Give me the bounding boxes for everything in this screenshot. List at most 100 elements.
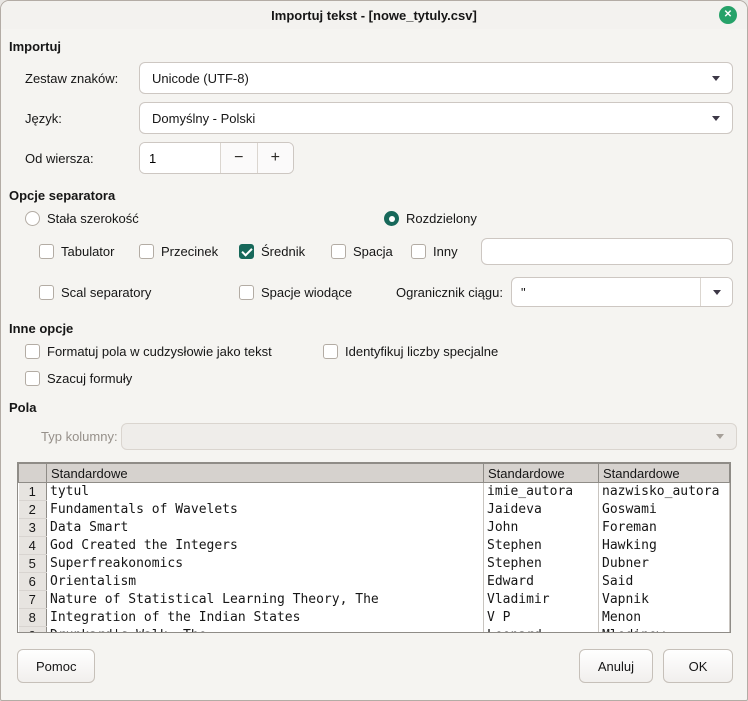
checkbox-quoted-as-text[interactable]: Formatuj pola w cudzysłowie jako tekst	[25, 344, 323, 359]
row-number: 8	[18, 608, 47, 627]
row-number: 3	[18, 518, 47, 537]
cell: John	[483, 518, 599, 537]
help-button[interactable]: Pomoc	[17, 649, 96, 683]
checkbox-label: Formatuj pola w cudzysłowie jako tekst	[47, 344, 272, 359]
cell: Edward	[483, 572, 599, 591]
checkbox-indicator	[139, 244, 154, 259]
separator-mode-row: Stała szerokość Rozdzielony	[25, 211, 733, 226]
checkbox-merge-delimiters[interactable]: Scal separatory	[39, 284, 239, 300]
section-heading-separator: Opcje separatora	[9, 188, 116, 203]
cell: nazwisko_autora	[598, 482, 730, 501]
charset-dropdown[interactable]: Unicode (UTF-8)	[139, 62, 733, 94]
checkbox-indicator	[323, 344, 338, 359]
table-row: 2 Fundamentals of Wavelets Jaideva Goswa…	[18, 500, 730, 519]
checkbox-tab[interactable]: Tabulator	[39, 244, 139, 259]
other-options-row1: Formatuj pola w cudzysłowie jako tekst I…	[25, 344, 733, 359]
ok-button[interactable]: OK	[663, 649, 733, 683]
checkbox-evaluate-formulas[interactable]: Szacuj formuły	[25, 371, 132, 386]
from-row-input[interactable]	[140, 143, 220, 173]
checkbox-other[interactable]: Inny	[411, 244, 481, 259]
checkbox-space[interactable]: Spacja	[331, 244, 411, 259]
corner-header-cell	[18, 463, 47, 483]
cell: Superfreakonomics	[46, 554, 484, 573]
table-row: 4 God Created the Integers Stephen Hawki…	[18, 536, 730, 555]
checkbox-label: Inny	[433, 244, 458, 259]
other-options-row2: Szacuj formuły	[25, 371, 733, 386]
cell: imie_autora	[483, 482, 599, 501]
checkbox-indicator	[411, 244, 426, 259]
checkbox-indicator	[25, 344, 40, 359]
cell: tytul	[46, 482, 484, 501]
checkbox-comma[interactable]: Przecinek	[139, 244, 239, 259]
close-icon: ✕	[723, 9, 733, 20]
table-row: 9 Drunkard's Walk, The Leonard Mlodinow	[18, 626, 730, 632]
from-row-label: Od wiersza:	[25, 150, 94, 166]
language-dropdown[interactable]: Domyślny - Polski	[139, 102, 733, 134]
checkbox-indicator	[239, 284, 254, 300]
string-delimiter-value[interactable]: "	[512, 278, 700, 306]
string-delimiter-label: Ogranicznik ciągu:	[396, 284, 503, 300]
language-label: Język:	[25, 110, 62, 126]
dialog-content: Importuj Zestaw znaków: Unicode (UTF-8) …	[1, 39, 747, 683]
cell: Integration of the Indian States	[46, 608, 484, 627]
dialog-buttons: Pomoc Anuluj OK	[17, 649, 733, 683]
column-type-label: Typ kolumny:	[41, 429, 118, 444]
table-row: 8 Integration of the Indian States V P M…	[18, 608, 730, 627]
plus-icon: +	[270, 149, 280, 166]
section-heading-import: Importuj	[9, 39, 61, 54]
checkbox-label: Szacuj formuły	[47, 371, 133, 386]
column-header[interactable]: Standardowe	[598, 463, 730, 483]
checkbox-label: Przecinek	[161, 244, 219, 259]
cell: Stephen	[483, 554, 599, 573]
cell: Vapnik	[598, 590, 730, 609]
checkbox-trim-spaces[interactable]: Spacje wiodące	[239, 284, 396, 300]
table-row: 1 tytul imie_autora nazwisko_autora	[18, 482, 730, 501]
string-delimiter-combobox[interactable]: "	[510, 277, 733, 307]
cancel-button[interactable]: Anuluj	[578, 649, 653, 683]
row-number: 1	[18, 482, 47, 501]
checkbox-indicator	[25, 371, 40, 386]
other-separator-input[interactable]	[481, 238, 733, 265]
checkbox-label: Spacja	[353, 244, 393, 259]
cell: Data Smart	[46, 518, 484, 537]
chevron-down-icon	[716, 434, 724, 439]
chevron-down-icon	[712, 75, 720, 81]
row-number: 6	[18, 572, 47, 591]
chevron-down-icon	[712, 115, 720, 121]
cell: God Created the Integers	[46, 536, 484, 555]
checkbox-indicator	[39, 284, 54, 300]
titlebar[interactable]: Importuj tekst - [nowe_tytuly.csv] ✕	[1, 1, 747, 29]
csv-preview-table[interactable]: Standardowe Standardowe Standardowe 1 ty…	[17, 462, 731, 633]
column-header[interactable]: Standardowe	[46, 463, 484, 483]
checkbox-semicolon[interactable]: Średnik	[239, 244, 331, 259]
from-row-row: Od wiersza: − +	[25, 142, 733, 174]
table-row: 3 Data Smart John Foreman	[18, 518, 730, 537]
row-number: 2	[18, 500, 47, 519]
combo-dropdown-button[interactable]	[700, 278, 732, 306]
row-number: 5	[18, 554, 47, 573]
cell: Dubner	[598, 554, 730, 573]
row-number: 9	[18, 626, 47, 632]
cell: Leonard	[483, 626, 599, 632]
cell: Vladimir	[483, 590, 599, 609]
increment-button[interactable]: +	[256, 143, 293, 173]
table-row: 6 Orientalism Edward Said	[18, 572, 730, 591]
cell: Orientalism	[46, 572, 484, 591]
cell: Drunkard's Walk, The	[46, 626, 484, 632]
radio-separated[interactable]: Rozdzielony	[384, 211, 477, 226]
column-header[interactable]: Standardowe	[483, 463, 599, 483]
cell: Mlodinow	[598, 626, 730, 632]
decrement-button[interactable]: −	[220, 143, 257, 173]
close-button[interactable]: ✕	[719, 6, 737, 24]
radio-indicator	[25, 211, 40, 226]
cell: Goswami	[598, 500, 730, 519]
cell: Hawking	[598, 536, 730, 555]
language-value: Domyślny - Polski	[152, 110, 256, 126]
cell: Menon	[598, 608, 730, 627]
radio-fixed-width[interactable]: Stała szerokość	[25, 211, 384, 226]
charset-label: Zestaw znaków:	[25, 70, 119, 86]
cell: Fundamentals of Wavelets	[46, 500, 484, 519]
row-number: 7	[18, 590, 47, 609]
checkbox-special-numbers[interactable]: Identyfikuj liczby specjalne	[323, 344, 498, 359]
section-heading-other-options: Inne opcje	[9, 321, 74, 336]
